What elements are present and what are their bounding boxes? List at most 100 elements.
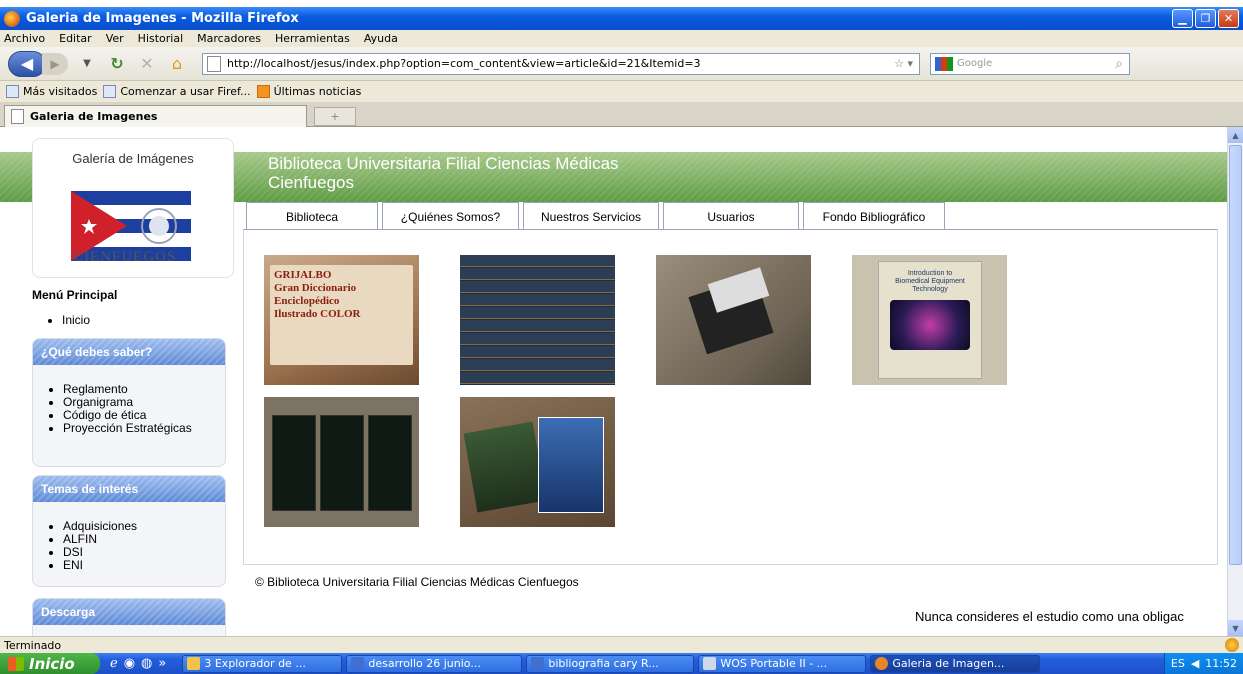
nav-tab-fondo[interactable]: Fondo Bibliográfico [803, 202, 945, 230]
browser-icon[interactable]: ◍ [141, 656, 152, 671]
scroll-thumb[interactable] [1229, 145, 1242, 565]
page-content: Biblioteca Universitaria Filial Ciencias… [0, 127, 1227, 636]
navigation-toolbar: ◀ ▶ ▼ ↻ ✕ ⌂ http://localhost/jesus/index… [0, 47, 1243, 81]
site-title: Biblioteca Universitaria Filial Ciencias… [268, 154, 788, 192]
nav-tab-quienes-somos[interactable]: ¿Quiénes Somos? [382, 202, 519, 230]
logo-text: CIENFUEGOS [73, 249, 177, 265]
bookmark-star-icon[interactable]: ☆ ▾ [894, 57, 913, 70]
bookmark-ultimas-noticias[interactable]: Últimas noticias [256, 85, 362, 98]
gallery-image-cd[interactable] [656, 255, 811, 385]
scroll-up-icon[interactable]: ▲ [1228, 127, 1243, 143]
link-dsi[interactable]: DSI [63, 546, 225, 559]
quick-launch-more-icon[interactable]: » [158, 656, 166, 671]
word-icon [531, 657, 545, 670]
tab-galeria[interactable]: Galeria de Imagenes [4, 105, 307, 127]
main-menu-title: Menú Principal [32, 288, 118, 302]
menu-ver[interactable]: Ver [106, 32, 124, 45]
minimize-button[interactable]: ▁ [1172, 9, 1193, 28]
menu-item-inicio[interactable]: Inicio [62, 313, 90, 327]
vertical-scrollbar[interactable]: ▲ ▼ [1227, 127, 1243, 636]
ie-icon[interactable]: ℯ [110, 656, 118, 671]
back-button[interactable]: ◀ [8, 50, 46, 77]
task-desarrollo[interactable]: desarrollo 26 junio... [346, 654, 523, 673]
bookmark-label: Últimas noticias [273, 85, 362, 98]
gallery-image-libros[interactable] [460, 397, 615, 527]
google-icon [935, 56, 953, 71]
nav-tab-usuarios[interactable]: Usuarios [663, 202, 799, 230]
site-nav-tabs: Biblioteca ¿Quiénes Somos? Nuestros Serv… [246, 202, 949, 230]
link-proyeccion[interactable]: Proyección Estratégicas [63, 422, 225, 435]
bookmark-label: Más visitados [23, 85, 98, 98]
new-tab-button[interactable]: + [314, 107, 356, 126]
box-temas-interes: Temas de interés Adquisiciones ALFIN DSI… [32, 475, 226, 587]
windows-logo-icon [8, 656, 24, 671]
search-box[interactable]: Google ⌕ [930, 52, 1130, 75]
clock: 11:52 [1205, 657, 1237, 670]
image-caption: GRIJALBO [274, 269, 332, 281]
link-eni[interactable]: ENI [63, 559, 225, 572]
status-text: Terminado [4, 638, 62, 652]
search-icon[interactable]: ⌕ [1115, 56, 1123, 72]
language-indicator[interactable]: ES [1171, 657, 1185, 670]
quick-launch: ℯ ◉ ◍ » [110, 656, 166, 671]
bookmarks-toolbar: Más visitados Comenzar a usar Firef... Ú… [0, 81, 1243, 102]
task-label: bibliografia cary R... [548, 657, 659, 670]
url-text: http://localhost/jesus/index.php?option=… [227, 57, 701, 70]
scroll-down-icon[interactable]: ▼ [1228, 620, 1243, 636]
nav-tab-biblioteca[interactable]: Biblioteca [246, 202, 378, 230]
image-caption: Ilustrado COLOR [274, 308, 361, 320]
page-icon [11, 109, 24, 124]
start-button[interactable]: Inicio [0, 653, 100, 674]
image-caption: Introduction to [907, 270, 953, 277]
tab-bar: Galeria de Imagenes + [0, 102, 1243, 127]
task-galeria-firefox[interactable]: Galeria de Imagen... [870, 654, 1041, 673]
window-title-bar: Galeria de Imagenes - Mozilla Firefox ▁ … [0, 7, 1243, 30]
box-header: Temas de interés [33, 476, 225, 502]
media-icon[interactable]: ◉ [124, 656, 135, 671]
gallery-image-biomedical[interactable]: Introduction to Biomedical Equipment Tec… [852, 255, 1007, 385]
reload-icon[interactable]: ↻ [106, 53, 128, 75]
task-bibliografia[interactable]: bibliografia cary R... [526, 654, 695, 673]
image-caption: Biomedical Equipment [895, 278, 965, 285]
menu-historial[interactable]: Historial [138, 32, 183, 45]
history-dropdown-icon[interactable]: ▼ [76, 53, 98, 75]
logo-caption: Galería de Imágenes [72, 151, 194, 166]
bookmark-mas-visitados[interactable]: Más visitados [6, 85, 97, 98]
box-header: Descarga [33, 599, 225, 625]
task-wos-portable[interactable]: WOS Portable II - ... [698, 654, 867, 673]
menu-archivo[interactable]: Archivo [4, 32, 45, 45]
app-icon [703, 657, 717, 670]
bookmark-folder-icon [6, 85, 19, 98]
menu-marcadores[interactable]: Marcadores [197, 32, 261, 45]
page-icon [103, 85, 117, 98]
status-bar: Terminado [0, 636, 1243, 653]
menu-herramientas[interactable]: Herramientas [275, 32, 350, 45]
stop-icon[interactable]: ✕ [136, 53, 158, 75]
gallery-image-enciclopedia[interactable] [460, 255, 615, 385]
page-icon [207, 55, 221, 72]
gallery-image-cajas[interactable] [264, 397, 419, 527]
maximize-button[interactable]: ❐ [1195, 9, 1216, 28]
home-icon[interactable]: ⌂ [166, 53, 188, 75]
main-menu-list: Inicio [62, 313, 90, 327]
menu-ayuda[interactable]: Ayuda [364, 32, 398, 45]
image-caption: Enciclopédico [274, 295, 340, 307]
tray-arrow-icon[interactable]: ◀ [1191, 657, 1199, 670]
bookmark-comenzar[interactable]: Comenzar a usar Firef... [103, 85, 251, 98]
search-placeholder: Google [957, 58, 993, 69]
close-button[interactable]: ✕ [1218, 9, 1239, 28]
nav-tab-servicios[interactable]: Nuestros Servicios [523, 202, 659, 230]
forward-button[interactable]: ▶ [42, 52, 68, 75]
url-bar[interactable]: http://localhost/jesus/index.php?option=… [202, 52, 920, 75]
start-label: Inicio [29, 654, 75, 673]
task-label: desarrollo 26 junio... [368, 657, 481, 670]
windows-taskbar: Inicio ℯ ◉ ◍ » 3 Explorador de ... desar… [0, 653, 1243, 674]
task-explorador[interactable]: 3 Explorador de ... [182, 654, 343, 673]
page-footer: © Biblioteca Universitaria Filial Cienci… [255, 575, 579, 589]
menu-editar[interactable]: Editar [59, 32, 92, 45]
site-title-line2: Cienfuegos [268, 173, 355, 192]
image-caption: Gran Diccionario [274, 282, 357, 294]
bookmark-label: Comenzar a usar Firef... [120, 85, 251, 98]
link-alfin[interactable]: ALFIN [63, 533, 225, 546]
gallery-image-diccionario[interactable]: GRIJALBO Gran Diccionario Enciclopédico … [264, 255, 419, 385]
